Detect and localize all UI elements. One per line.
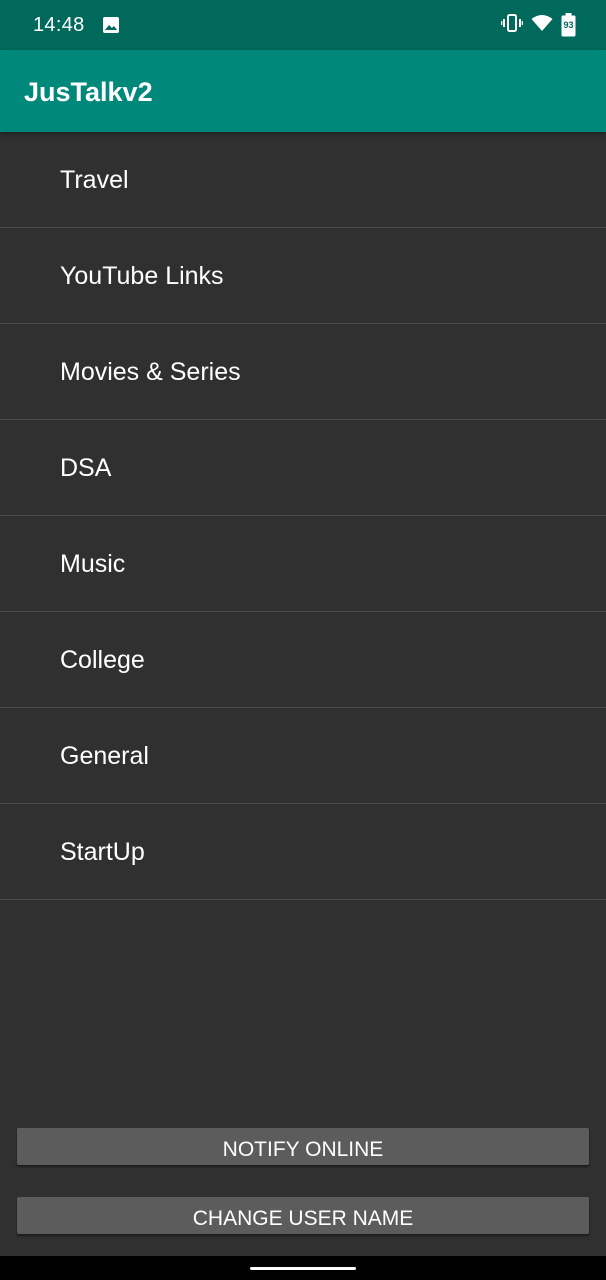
app-bar: JusTalkv2 [0, 50, 606, 132]
notify-online-button[interactable]: NOTIFY ONLINE [17, 1128, 589, 1165]
battery-icon: 93 [561, 13, 576, 37]
status-time: 14:48 [33, 14, 85, 36]
status-icons: 93 [500, 13, 576, 38]
app-title: JusTalkv2 [24, 77, 153, 107]
list-item-label: StartUp [60, 838, 145, 866]
list-item-label: Movies & Series [60, 358, 241, 386]
list-item-music[interactable]: Music [0, 516, 606, 612]
list-item-label: College [60, 646, 145, 674]
list-item-startup[interactable]: StartUp [0, 804, 606, 900]
topic-list: Travel YouTube Links Movies & Series DSA… [0, 132, 606, 900]
list-item-college[interactable]: College [0, 612, 606, 708]
vibrate-icon [500, 13, 524, 38]
list-item-general[interactable]: General [0, 708, 606, 804]
list-item-label: DSA [60, 454, 112, 482]
wifi-icon [531, 14, 553, 37]
image-icon [102, 16, 120, 34]
list-item-youtube-links[interactable]: YouTube Links [0, 228, 606, 324]
status-bar: 14:48 93 [0, 0, 606, 50]
battery-level: 93 [563, 20, 574, 30]
list-item-travel[interactable]: Travel [0, 132, 606, 228]
list-item-dsa[interactable]: DSA [0, 420, 606, 516]
home-gesture-handle[interactable] [250, 1267, 356, 1270]
navigation-bar [0, 1256, 606, 1280]
list-item-label: YouTube Links [60, 262, 224, 290]
list-item-label: Travel [60, 166, 129, 194]
list-item-label: Music [60, 550, 126, 578]
list-item-movies-series[interactable]: Movies & Series [0, 324, 606, 420]
change-user-name-button[interactable]: CHANGE USER NAME [17, 1197, 589, 1234]
list-item-label: General [60, 742, 149, 770]
